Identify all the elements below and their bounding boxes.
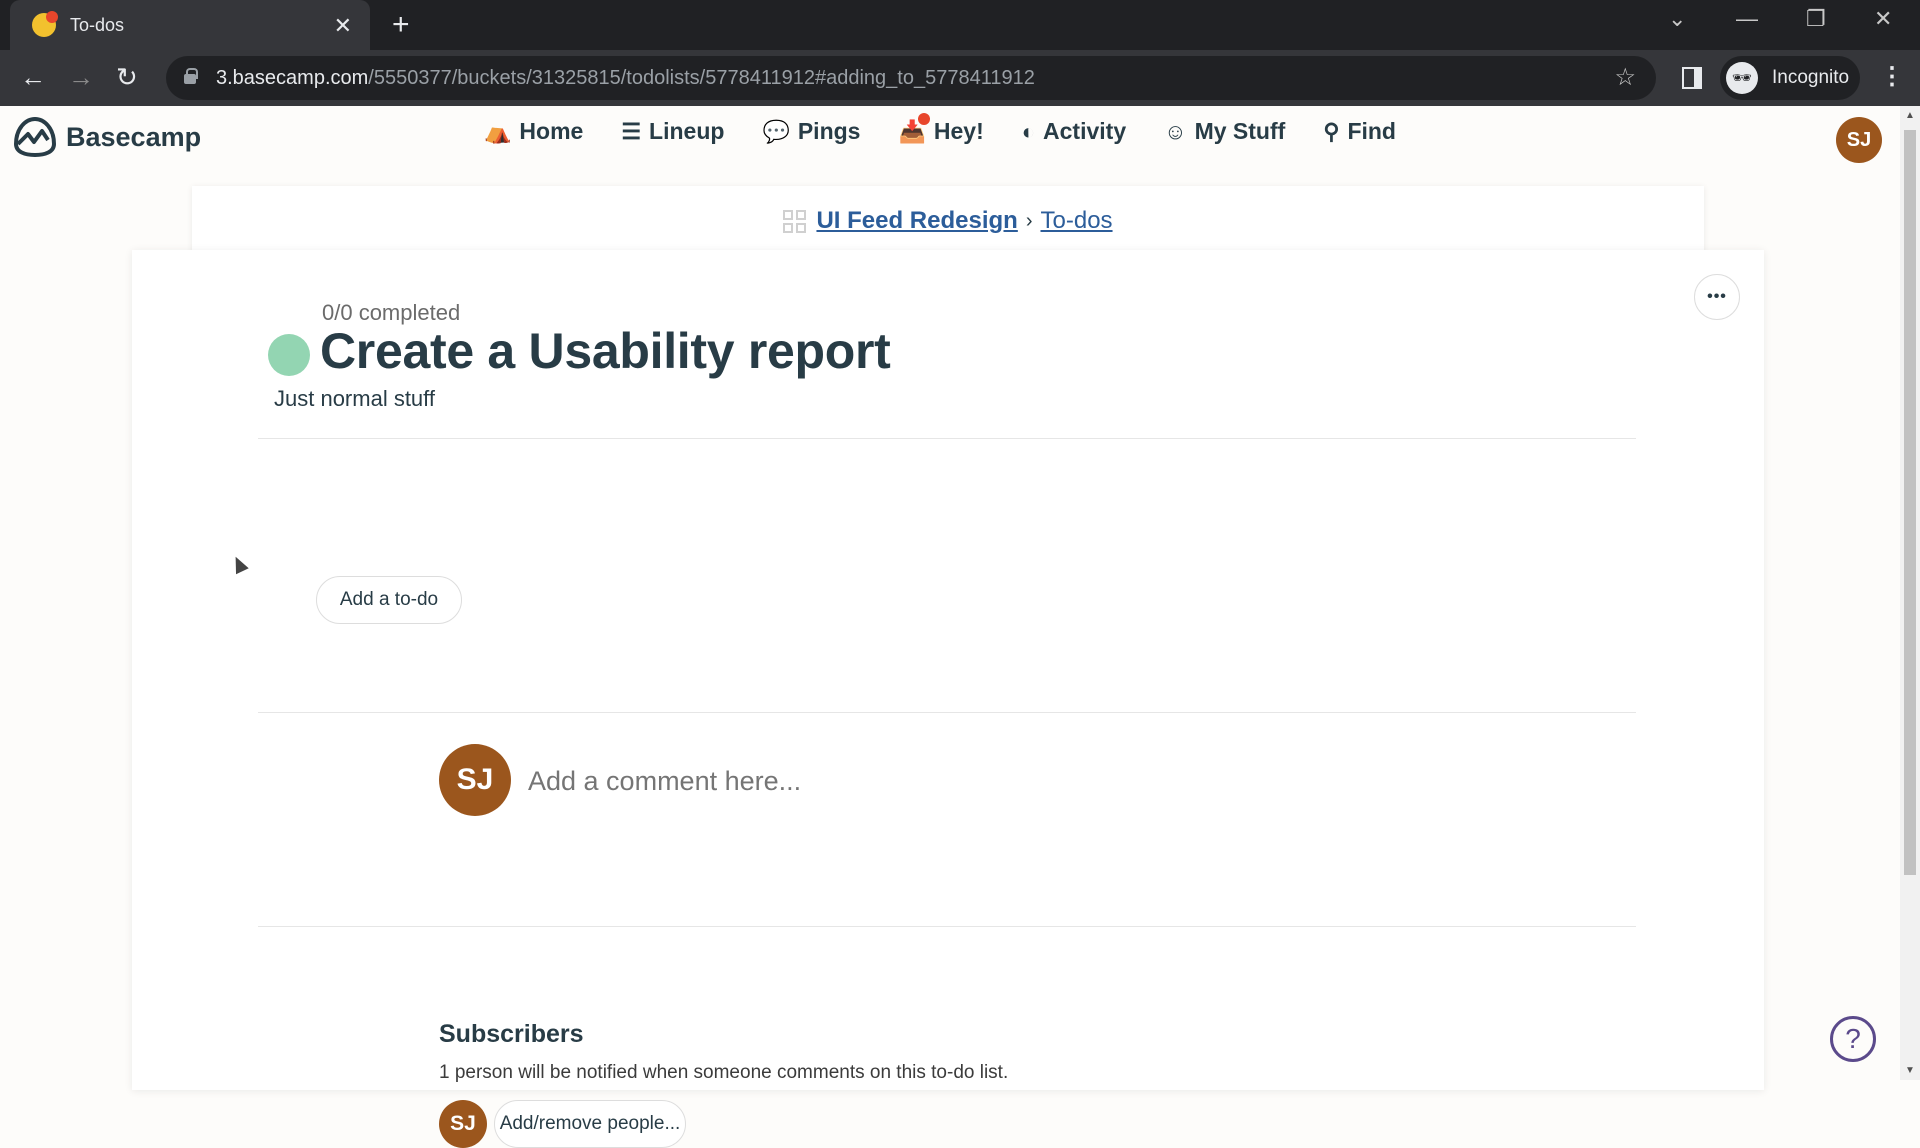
breadcrumb-todos-link[interactable]: To-dos: [1041, 207, 1113, 235]
nav-pings[interactable]: 💬 Pings: [762, 118, 860, 145]
pings-icon: 💬: [762, 118, 790, 144]
nav-hey[interactable]: 📥 Hey!: [898, 112, 984, 145]
home-icon: ⛺: [484, 118, 512, 144]
nav-lineup[interactable]: ☰ Lineup: [621, 118, 724, 145]
nav-label: Find: [1347, 118, 1396, 144]
window-close-button[interactable]: ✕: [1874, 6, 1892, 32]
inbox-icon: 📥: [898, 112, 930, 145]
incognito-label: Incognito: [1772, 67, 1850, 88]
activity-icon: ◐: [1021, 118, 1036, 144]
url-host: 3.basecamp.com: [216, 66, 369, 89]
scroll-down-arrow-icon[interactable]: ▼: [1905, 1065, 1915, 1076]
more-options-button[interactable]: •••: [1694, 274, 1740, 320]
divider: [258, 926, 1636, 927]
nav-find[interactable]: ⚲ Find: [1323, 118, 1396, 145]
basecamp-logo-icon: [13, 116, 57, 158]
tab-title: To-dos: [70, 14, 125, 35]
subscribers-description: 1 person will be notified when someone c…: [439, 1062, 1009, 1083]
lock-icon: [184, 68, 198, 84]
nav-label: Pings: [797, 118, 861, 144]
address-bar[interactable]: 3.basecamp.com/5550377/buckets/31325815/…: [166, 56, 1656, 100]
add-todo-button[interactable]: Add a to-do: [316, 576, 462, 624]
browser-tab-strip: To-dos ✕ + ⌄ — ❐ ✕: [0, 0, 1920, 50]
help-icon[interactable]: ?: [1830, 1016, 1876, 1062]
restore-button[interactable]: ❐: [1806, 6, 1826, 32]
breadcrumb-project-link[interactable]: UI Feed Redesign: [816, 207, 1017, 235]
tab-search-icon[interactable]: ⌄: [1668, 6, 1686, 32]
project-grid-icon: [783, 209, 807, 233]
incognito-icon: 🕶: [1726, 62, 1758, 94]
basecamp-logo[interactable]: Basecamp: [12, 116, 201, 158]
forward-button[interactable]: →: [68, 62, 94, 93]
side-panel-icon[interactable]: [1682, 67, 1702, 89]
tab-close-icon[interactable]: ✕: [334, 13, 352, 39]
lineup-icon: ☰: [621, 118, 642, 144]
search-icon: ⚲: [1323, 118, 1340, 144]
smiley-icon: ☺: [1164, 118, 1187, 144]
bookmark-star-icon[interactable]: ☆: [1614, 63, 1636, 92]
user-avatar[interactable]: SJ: [1836, 117, 1882, 163]
nav-my-stuff[interactable]: ☺ My Stuff: [1164, 118, 1285, 145]
breadcrumb: UI Feed Redesign › To-dos: [192, 186, 1704, 256]
subscriber-avatar[interactable]: SJ: [439, 1100, 487, 1148]
comment-input[interactable]: [528, 760, 1528, 802]
todolist-description: Just normal stuff: [274, 386, 435, 411]
nav-activity[interactable]: ◐ Activity: [1022, 118, 1126, 145]
todolist-title: Create a Usability report: [320, 323, 891, 379]
browser-tab[interactable]: To-dos ✕: [10, 0, 370, 50]
notification-badge: [917, 112, 930, 125]
browser-toolbar: ← → ↻ 3.basecamp.com/5550377/buckets/313…: [0, 50, 1920, 106]
brand-name: Basecamp: [66, 121, 202, 152]
comment-avatar: SJ: [439, 744, 511, 816]
nav-label: Activity: [1043, 118, 1127, 144]
scroll-up-arrow-icon[interactable]: ▲: [1905, 110, 1915, 121]
breadcrumb-separator: ›: [1025, 209, 1033, 232]
progress-status-icon: [268, 334, 310, 376]
nav-label: My Stuff: [1194, 118, 1286, 144]
subscribers-heading: Subscribers: [439, 1020, 584, 1048]
basecamp-favicon-icon: [32, 11, 58, 37]
main-nav: ⛺ Home ☰ Lineup 💬 Pings 📥 Hey! ◐ Activity ☺ My…: [484, 112, 1396, 145]
page-scrollbar[interactable]: ▲ ▼: [1900, 106, 1920, 1080]
todolist-card: ••• 0/0 completed Create a Usability rep…: [132, 250, 1764, 1148]
basecamp-page: Basecamp ⛺ Home ☰ Lineup 💬 Pings 📥 Hey! ◐ Act…: [0, 106, 1900, 1148]
url-path: /5550377/buckets/31325815/todolists/5778…: [368, 66, 1035, 89]
browser-menu-icon[interactable]: ⋮: [1880, 62, 1904, 91]
divider: [258, 712, 1636, 713]
divider: [258, 438, 1636, 439]
scrollbar-thumb[interactable]: [1904, 130, 1916, 875]
add-remove-people-button[interactable]: Add/remove people...: [494, 1100, 686, 1148]
nav-label: Hey!: [933, 118, 984, 144]
back-button[interactable]: ←: [20, 62, 46, 93]
nav-label: Lineup: [649, 118, 725, 144]
incognito-profile-button[interactable]: 🕶 Incognito: [1720, 56, 1860, 100]
reload-button[interactable]: ↻: [116, 62, 138, 93]
minimize-button[interactable]: —: [1736, 6, 1758, 32]
nav-home[interactable]: ⛺ Home: [484, 118, 583, 145]
new-tab-button[interactable]: +: [392, 8, 410, 42]
nav-label: Home: [519, 118, 584, 144]
